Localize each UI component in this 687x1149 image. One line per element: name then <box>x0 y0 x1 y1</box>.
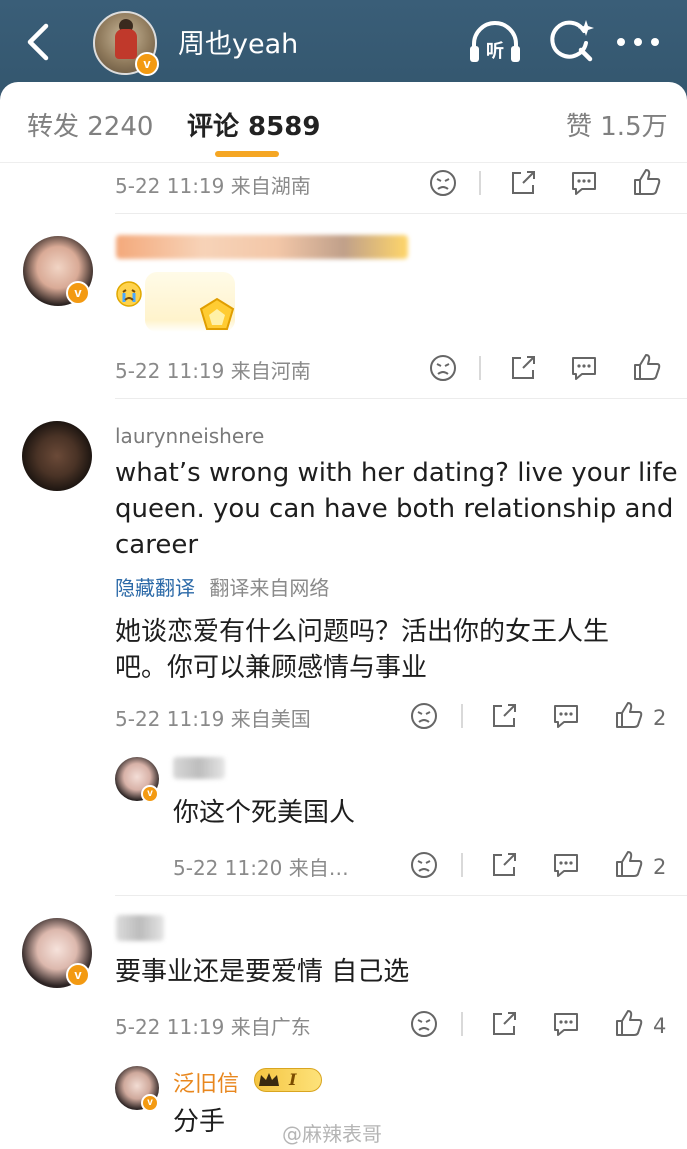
blurred-username <box>173 757 225 779</box>
back-arrow-icon[interactable] <box>20 20 56 64</box>
username[interactable]: laurynneishere <box>115 424 264 448</box>
active-tab-indicator <box>215 151 279 157</box>
reply-icon[interactable] <box>551 1009 581 1039</box>
reply-meta: 5-22 11:20 来自… <box>173 856 349 880</box>
share-icon[interactable] <box>489 701 519 731</box>
hide-translation-link[interactable]: 隐藏翻译 <box>115 576 195 600</box>
tab-comments[interactable]: 评论 8589 <box>187 106 320 143</box>
page-title[interactable]: 周也yeah <box>178 22 298 61</box>
tab-bar: 转发 2240 评论 8589 赞 1.5万 <box>0 82 687 163</box>
verified-badge: v <box>66 281 90 305</box>
reply-username[interactable]: 泛旧信 <box>173 1066 239 1098</box>
search-icon[interactable] <box>548 17 594 63</box>
reply-text: 你这个死美国人 <box>173 798 356 828</box>
divider <box>479 356 481 380</box>
watermark: @麻辣表哥 <box>282 1122 382 1146</box>
comment-meta: 5-22 11:19 来自广东 <box>115 1015 311 1039</box>
verified-badge: v <box>66 963 90 987</box>
listen-label: 听 <box>486 40 504 62</box>
reply-icon[interactable] <box>569 353 599 383</box>
divider <box>115 213 687 214</box>
dislike-icon[interactable] <box>409 850 439 880</box>
comment-line: career <box>115 530 199 560</box>
like-icon[interactable] <box>614 700 644 730</box>
like-count: 2 <box>653 706 667 730</box>
comment-line: what’s wrong with her dating? live your … <box>115 458 678 488</box>
member-level-badge: I <box>254 1068 322 1092</box>
share-icon[interactable] <box>508 353 538 383</box>
tab-reposts[interactable]: 转发 2240 <box>27 106 153 143</box>
crown-medal-icon <box>199 297 235 330</box>
comment-text: 要事业还是要爱情 自己选 <box>115 957 410 987</box>
more-icon[interactable] <box>615 36 661 48</box>
translation-line: 吧。你可以兼顾感情与事业 <box>115 653 428 683</box>
like-icon[interactable] <box>614 849 644 879</box>
divider <box>479 171 481 195</box>
verified-badge: v <box>141 1094 159 1112</box>
dislike-icon[interactable] <box>409 701 439 731</box>
like-icon[interactable] <box>614 1008 644 1038</box>
reply-text: 分手 <box>173 1107 226 1137</box>
like-icon[interactable] <box>632 352 662 382</box>
tab-likes[interactable]: 赞 1.5万 <box>566 106 668 143</box>
blurred-username <box>116 235 408 259</box>
divider <box>461 1012 463 1036</box>
divider <box>461 853 463 877</box>
listen-headphones-icon[interactable]: 听 <box>468 18 522 66</box>
reply-icon[interactable] <box>569 168 599 198</box>
comment-meta: 5-22 11:19 来自美国 <box>115 707 311 731</box>
level-label: I <box>289 1070 297 1089</box>
comment-line: queen. you can have both relationship an… <box>115 494 674 524</box>
top-bar: v 周也yeah 听 <box>0 0 687 90</box>
divider <box>0 162 687 163</box>
dislike-icon[interactable] <box>409 1009 439 1039</box>
dislike-icon[interactable] <box>428 168 458 198</box>
share-icon[interactable] <box>489 850 519 880</box>
translation-line: 她谈恋爱有什么问题吗？活出你的女王人生 <box>115 617 610 647</box>
divider <box>115 398 687 399</box>
crying-emoji-icon <box>116 281 142 307</box>
verified-badge: v <box>135 52 159 76</box>
comment-meta: 5-22 11:19 来自湖南 <box>115 174 311 198</box>
like-count: 4 <box>653 1014 667 1038</box>
share-icon[interactable] <box>489 1009 519 1039</box>
blurred-username <box>116 915 164 941</box>
translation-source: 翻译来自网络 <box>209 576 330 600</box>
crown-icon <box>259 1073 279 1086</box>
reply-icon[interactable] <box>551 701 581 731</box>
avatar[interactable] <box>22 421 92 491</box>
dislike-icon[interactable] <box>428 353 458 383</box>
divider <box>461 704 463 728</box>
divider <box>115 895 687 896</box>
share-icon[interactable] <box>508 168 538 198</box>
comment-meta: 5-22 11:19 来自河南 <box>115 359 311 383</box>
reply-icon[interactable] <box>551 850 581 880</box>
like-icon[interactable] <box>632 167 662 197</box>
like-count: 2 <box>653 855 667 879</box>
verified-badge: v <box>141 785 159 803</box>
translation-bar: 隐藏翻译 翻译来自网络 <box>115 572 329 601</box>
